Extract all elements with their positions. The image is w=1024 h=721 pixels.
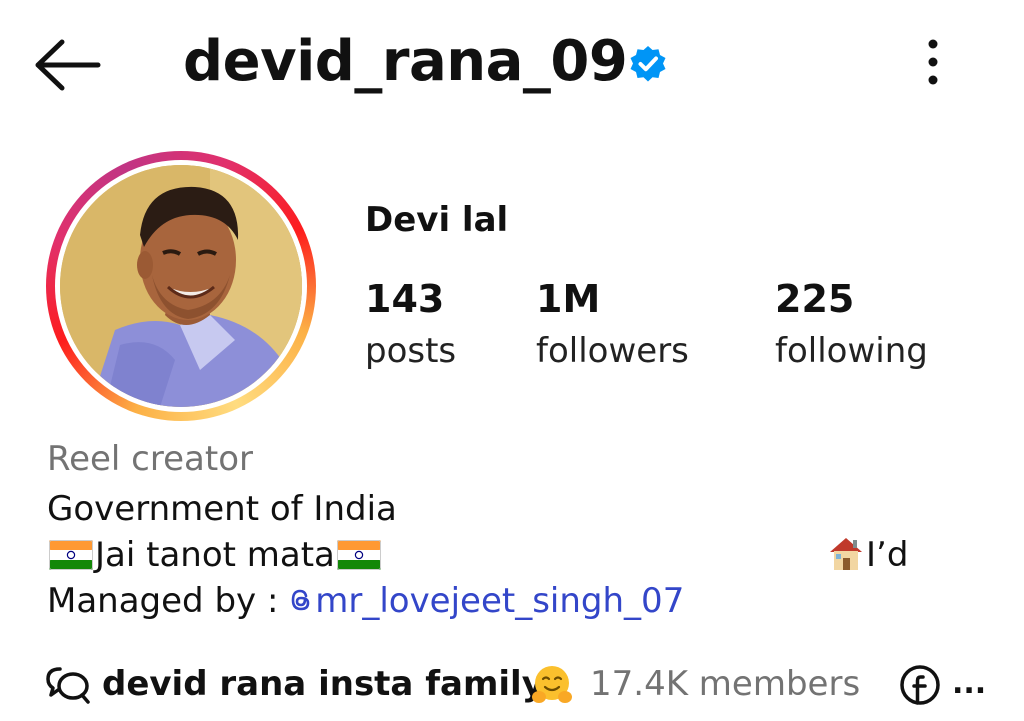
profile-photo-image [60,165,302,407]
house-icon [830,538,862,570]
india-flag-icon [49,540,93,570]
profile-avatar[interactable] [46,151,316,421]
india-flag-icon [336,540,381,570]
following-count[interactable]: 225 following [775,275,928,379]
threads-icon [291,589,310,611]
managed-by-link[interactable]: mr_lovejeet_singh_07 [289,581,684,621]
bio-home-id: I’d [826,532,908,578]
managed-by-handle: mr_lovejeet_singh_07 [315,581,685,621]
posts-value: 143 [365,277,445,321]
followers-value: 1M [536,277,601,321]
hugging-face-emoji-icon [532,666,572,703]
following-label: following [775,331,928,371]
community-members-count: 17.4K members [590,664,861,704]
followers-count[interactable]: 1M followers [536,275,689,379]
profile-screen: devid_rana_09 Devi lal 143 posts 1M foll… [0,0,1024,721]
posts-count[interactable]: 143 posts [365,275,456,379]
managed-by-label: Managed by : [47,581,290,621]
avatar-photo [60,165,302,407]
bio-line-2-text: Jai tanot mata [95,535,335,575]
bio-line-1: Government of India [47,489,397,529]
profile-username: devid_rana_09 [183,29,628,94]
display-name: Devi lal [365,200,509,240]
bio-managed-by: Managed by : mr_lovejeet_singh_07 [47,578,684,624]
arrow-left-icon [35,39,101,91]
verified-badge-icon [630,46,666,82]
chat-bubbles-icon [46,667,90,704]
bio-home-text: I’d [866,535,909,575]
more-vertical-icon [928,39,938,85]
posts-label: posts [365,331,457,371]
community-name: devid rana insta family [102,664,544,704]
more-options-button[interactable] [914,36,952,88]
following-value: 225 [775,277,855,321]
bio-line-2: Jai tanot mata [47,532,383,578]
facebook-icon[interactable] [899,664,941,706]
followers-label: followers [536,331,689,371]
category-label: Reel creator [47,439,253,479]
more-links-ellipsis[interactable]: ... [952,657,986,711]
back-button[interactable] [34,38,102,92]
